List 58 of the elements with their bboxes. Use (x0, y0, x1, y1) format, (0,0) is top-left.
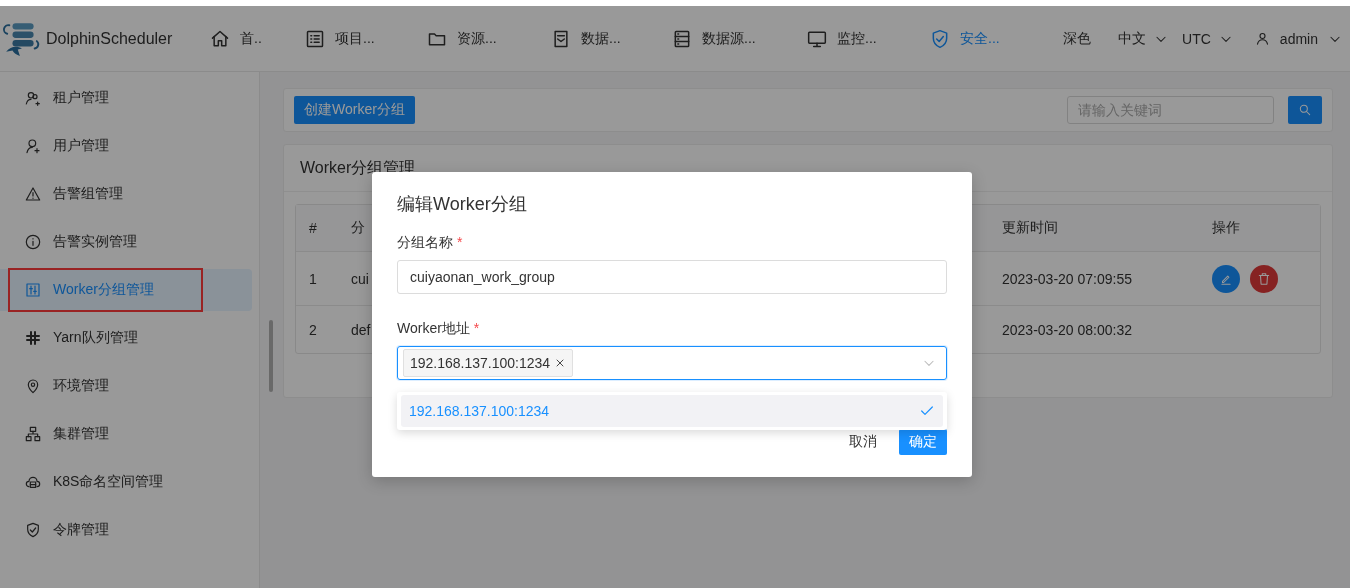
table-cell: def (351, 321, 371, 338)
scrollbar (269, 320, 273, 392)
timezone-select[interactable]: UTC (1182, 30, 1233, 47)
dialog-title: 编辑Worker分组 (397, 193, 527, 216)
server-icon (672, 28, 692, 49)
shield-check-icon (930, 28, 950, 49)
edit-button[interactable] (1212, 264, 1240, 293)
location-pin-icon (25, 378, 41, 394)
table-cell: cui (351, 270, 369, 287)
sidebar-item[interactable]: 用户管理 (0, 125, 252, 167)
nav-tab[interactable]: 数据... (551, 28, 672, 49)
sidebar-item[interactable]: 租户管理 (0, 77, 252, 119)
user-icon (1254, 31, 1270, 46)
trash-icon (1257, 271, 1271, 286)
field-label: Worker地址 * (397, 320, 481, 338)
field-label: 分组名称 * (397, 234, 464, 252)
hash-icon (25, 330, 41, 346)
sidebar-item[interactable]: 告警组管理 (0, 173, 252, 215)
cloud-box-icon (25, 474, 41, 490)
search-icon (1298, 103, 1312, 117)
info-icon (25, 234, 41, 250)
sidebar-item[interactable]: 令牌管理 (0, 509, 252, 551)
network-icon (25, 426, 41, 442)
house-icon (210, 28, 230, 49)
user-menu[interactable]: admin (1254, 30, 1342, 47)
nav-tab[interactable]: 项目... (305, 28, 427, 49)
nav-tab[interactable]: 数据源... (672, 28, 807, 49)
language-select[interactable]: 中文 (1118, 29, 1169, 48)
users-icon (25, 90, 41, 106)
sliders-icon (25, 282, 41, 298)
app-name: DolphinScheduler (46, 29, 173, 48)
table-cell: 1 (309, 270, 317, 287)
warning-icon (25, 186, 41, 202)
document-icon (551, 28, 571, 49)
delete-button[interactable] (1250, 264, 1278, 293)
search-button[interactable] (1288, 96, 1322, 124)
confirm-button[interactable]: 确定 (899, 429, 947, 455)
input-field[interactable]: cuiyaonan_work_group (397, 260, 947, 294)
theme-toggle[interactable]: 深色 (1063, 29, 1092, 48)
sidebar-item[interactable]: Yarn队列管理 (0, 317, 252, 359)
sidebar-item[interactable]: K8S命名空间管理 (0, 461, 252, 503)
sidebar-item[interactable]: 环境管理 (0, 365, 252, 407)
cancel-button[interactable]: 取消 (847, 429, 879, 455)
nav-tab[interactable]: 首.. (210, 28, 305, 49)
nav-tab[interactable]: 监控... (807, 28, 930, 49)
select-field[interactable]: 192.168.137.100:1234 (397, 346, 947, 380)
user-plus-icon (25, 138, 41, 154)
column-header: 操作 (1199, 205, 1320, 252)
shield-check-icon (25, 522, 41, 538)
sidebar-item[interactable]: 集群管理 (0, 413, 252, 455)
sidebar-item[interactable]: 告警实例管理 (0, 221, 252, 263)
list-icon (305, 28, 325, 49)
table-cell: 2 (309, 321, 317, 338)
table-cell: 2023-03-20 08:00:32 (1002, 321, 1132, 338)
nav-tab[interactable]: 资源... (427, 28, 551, 49)
selected-tag: 192.168.137.100:1234 (403, 349, 574, 377)
column-header: # (296, 205, 338, 252)
table-cell: 2023-03-20 07:09:55 (1002, 270, 1132, 287)
